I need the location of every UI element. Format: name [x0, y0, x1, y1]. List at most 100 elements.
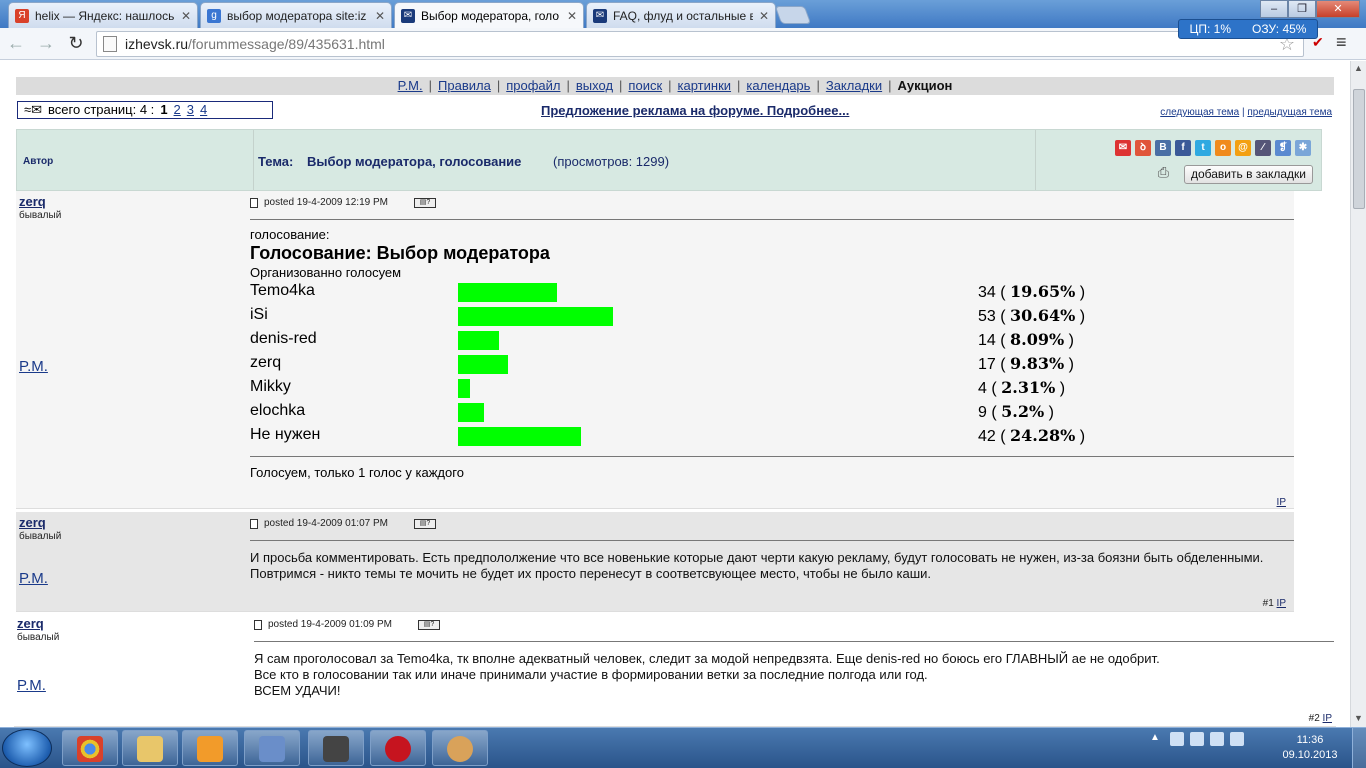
pager-page-current: 1 — [160, 102, 168, 117]
poll-votes: 9 — [978, 404, 987, 421]
topic-title: Выбор модератора, голосование — [306, 154, 522, 169]
close-tab-icon[interactable]: ✕ — [181, 9, 191, 23]
browser-tab-yandex[interactable]: Я helix — Яндекс: нашлось ✕ — [8, 2, 198, 28]
prev-topic-link[interactable]: предыдущая тема — [1247, 107, 1332, 118]
poll-title: Голосование: Выбор модератора — [250, 243, 550, 263]
post-author[interactable]: zerq — [17, 616, 44, 631]
post-author[interactable]: zerq — [19, 194, 46, 209]
nav-link-2[interactable]: профайл — [506, 78, 560, 93]
taskbar-clock[interactable]: 11:36 09.10.2013 — [1280, 733, 1340, 763]
address-bar[interactable]: izhevsk.ru/forummessage/89/435631.html ☆ — [96, 31, 1304, 57]
forum-nav: P.M. | Правила | профайл | выход | поиск | картинк… — [16, 77, 1334, 95]
pager-page-4[interactable]: 4 — [200, 102, 207, 118]
nav-link-4[interactable]: поиск — [628, 78, 662, 93]
nav-link-5[interactable]: картинки — [678, 78, 732, 93]
poll-row: denis-red 14 ( 8.09% ) — [250, 328, 1300, 352]
post-date: posted 19-4-2009 01:09 PM — [268, 619, 392, 630]
tray-monitor-icon[interactable] — [1210, 732, 1224, 746]
browser-tab-active[interactable]: ✉ Выбор модератора, голо ✕ — [394, 2, 584, 28]
next-topic-link[interactable]: следующая тема — [1160, 107, 1239, 118]
poll-bar — [458, 331, 499, 350]
scroll-up-icon[interactable]: ▲ — [1354, 63, 1363, 73]
ad-link[interactable]: Предложение реклама на форуме. Подробнее… — [541, 103, 849, 118]
profile-icon[interactable]: ▤? — [417, 619, 440, 630]
nav-link-0[interactable]: P.M. — [398, 78, 423, 93]
pm-link[interactable]: P.M. — [19, 358, 48, 375]
ip-link[interactable]: IP — [1277, 598, 1286, 609]
new-tab-button[interactable] — [774, 6, 812, 24]
tray-network-icon[interactable] — [1170, 732, 1184, 746]
taskbar-app[interactable] — [308, 730, 364, 766]
poll-votes: 17 — [978, 356, 996, 373]
share-mail-icon[interactable]: ✉ — [1115, 140, 1131, 156]
close-tab-icon[interactable]: ✕ — [375, 9, 385, 23]
facebook-icon[interactable]: f — [1175, 140, 1191, 156]
nav-link-6[interactable]: календарь — [746, 78, 810, 93]
maximize-icon[interactable]: ❐ — [1288, 0, 1316, 18]
share-person-icon[interactable]: ꝺ — [1135, 140, 1151, 156]
page-scrollbar[interactable]: ▲ ▼ — [1350, 61, 1366, 727]
add-bookmark-button[interactable]: добавить в закладки — [1183, 165, 1313, 184]
browser-tab-google[interactable]: g выбор модератора site:iz ✕ — [200, 2, 392, 28]
nav-separator: | — [496, 78, 501, 93]
livejournal-icon[interactable]: ❡ — [1275, 140, 1291, 156]
profile-icon[interactable]: ▤? — [413, 518, 436, 529]
profile-icon[interactable]: ▤? — [413, 197, 436, 208]
poll-option-label: Mikky — [250, 378, 291, 395]
taskbar-media[interactable] — [182, 730, 238, 766]
nav-link-1[interactable]: Правила — [438, 78, 491, 93]
media-player-icon — [197, 736, 223, 762]
start-button[interactable] — [2, 729, 52, 767]
nav-link-auction[interactable]: Аукцион — [898, 78, 953, 93]
show-desktop-button[interactable] — [1352, 728, 1366, 768]
close-window-icon[interactable]: ✕ — [1316, 0, 1360, 18]
back-arrow-icon[interactable]: ← — [2, 33, 30, 54]
taskbar-opera[interactable] — [370, 730, 426, 766]
pager-page-2[interactable]: 2 — [174, 102, 181, 118]
taskbar-explorer[interactable] — [122, 730, 178, 766]
reload-icon[interactable]: ↻ — [62, 33, 90, 54]
taskbar-paint[interactable] — [432, 730, 488, 766]
more-share-icon[interactable]: ✱ — [1295, 140, 1311, 156]
close-tab-icon[interactable]: ✕ — [567, 9, 577, 23]
tray-volume-icon[interactable] — [1230, 732, 1244, 746]
scrollbar-thumb[interactable] — [1353, 89, 1365, 209]
post-document-icon — [250, 197, 258, 208]
nav-link-3[interactable]: выход — [576, 78, 613, 93]
ram-usage: ОЗУ: 45% — [1251, 22, 1307, 36]
nav-separator: | — [619, 78, 623, 93]
nav-separator: | — [816, 78, 820, 93]
separator: | — [1241, 107, 1245, 118]
poll-row: elochka 9 ( 5.2% ) — [250, 400, 1300, 424]
post-body: Я сам проголосовал за Temo4ka, тк вполне… — [254, 651, 1334, 699]
ip-link[interactable]: IP — [1277, 497, 1286, 508]
app-icon — [323, 736, 349, 762]
close-tab-icon[interactable]: ✕ — [759, 9, 769, 23]
browser-tab-faq[interactable]: ✉ FAQ, флуд и остальные в ✕ — [586, 2, 776, 28]
odnoklassniki-icon[interactable]: o — [1215, 140, 1231, 156]
ip-link[interactable]: IP — [1323, 713, 1332, 724]
post-meta: posted 19-4-2009 01:09 PM ▤? — [254, 619, 440, 630]
taskbar-chrome[interactable] — [62, 730, 118, 766]
tray-device-icon[interactable] — [1190, 732, 1204, 746]
browser-tab-strip: Я helix — Яндекс: нашлось ✕ g выбор моде… — [0, 0, 1366, 28]
vkontakte-icon[interactable]: B — [1155, 140, 1171, 156]
pager-page-3[interactable]: 3 — [187, 102, 194, 118]
poll-percent: 24.28% — [1010, 426, 1076, 445]
post-author[interactable]: zerq — [19, 515, 46, 530]
print-icon[interactable]: ⎙ — [1158, 164, 1169, 181]
url-host: izhevsk.ru — [125, 36, 189, 52]
twitter-icon[interactable]: t — [1195, 140, 1211, 156]
nav-separator: | — [668, 78, 672, 93]
link-icon[interactable]: ∕ — [1255, 140, 1271, 156]
menu-wrench-icon[interactable]: ≡ — [1336, 32, 1347, 53]
forward-arrow-icon[interactable]: → — [32, 33, 60, 54]
tray-expand-icon[interactable]: ▲ — [1150, 732, 1164, 746]
pm-link[interactable]: P.M. — [17, 677, 46, 694]
mailru-icon[interactable]: @ — [1235, 140, 1251, 156]
nav-link-7[interactable]: Закладки — [826, 78, 882, 93]
taskbar-virtualbox[interactable] — [244, 730, 300, 766]
scroll-down-icon[interactable]: ▼ — [1354, 713, 1363, 723]
minimize-icon[interactable]: – — [1260, 0, 1288, 18]
pm-link[interactable]: P.M. — [19, 570, 48, 587]
